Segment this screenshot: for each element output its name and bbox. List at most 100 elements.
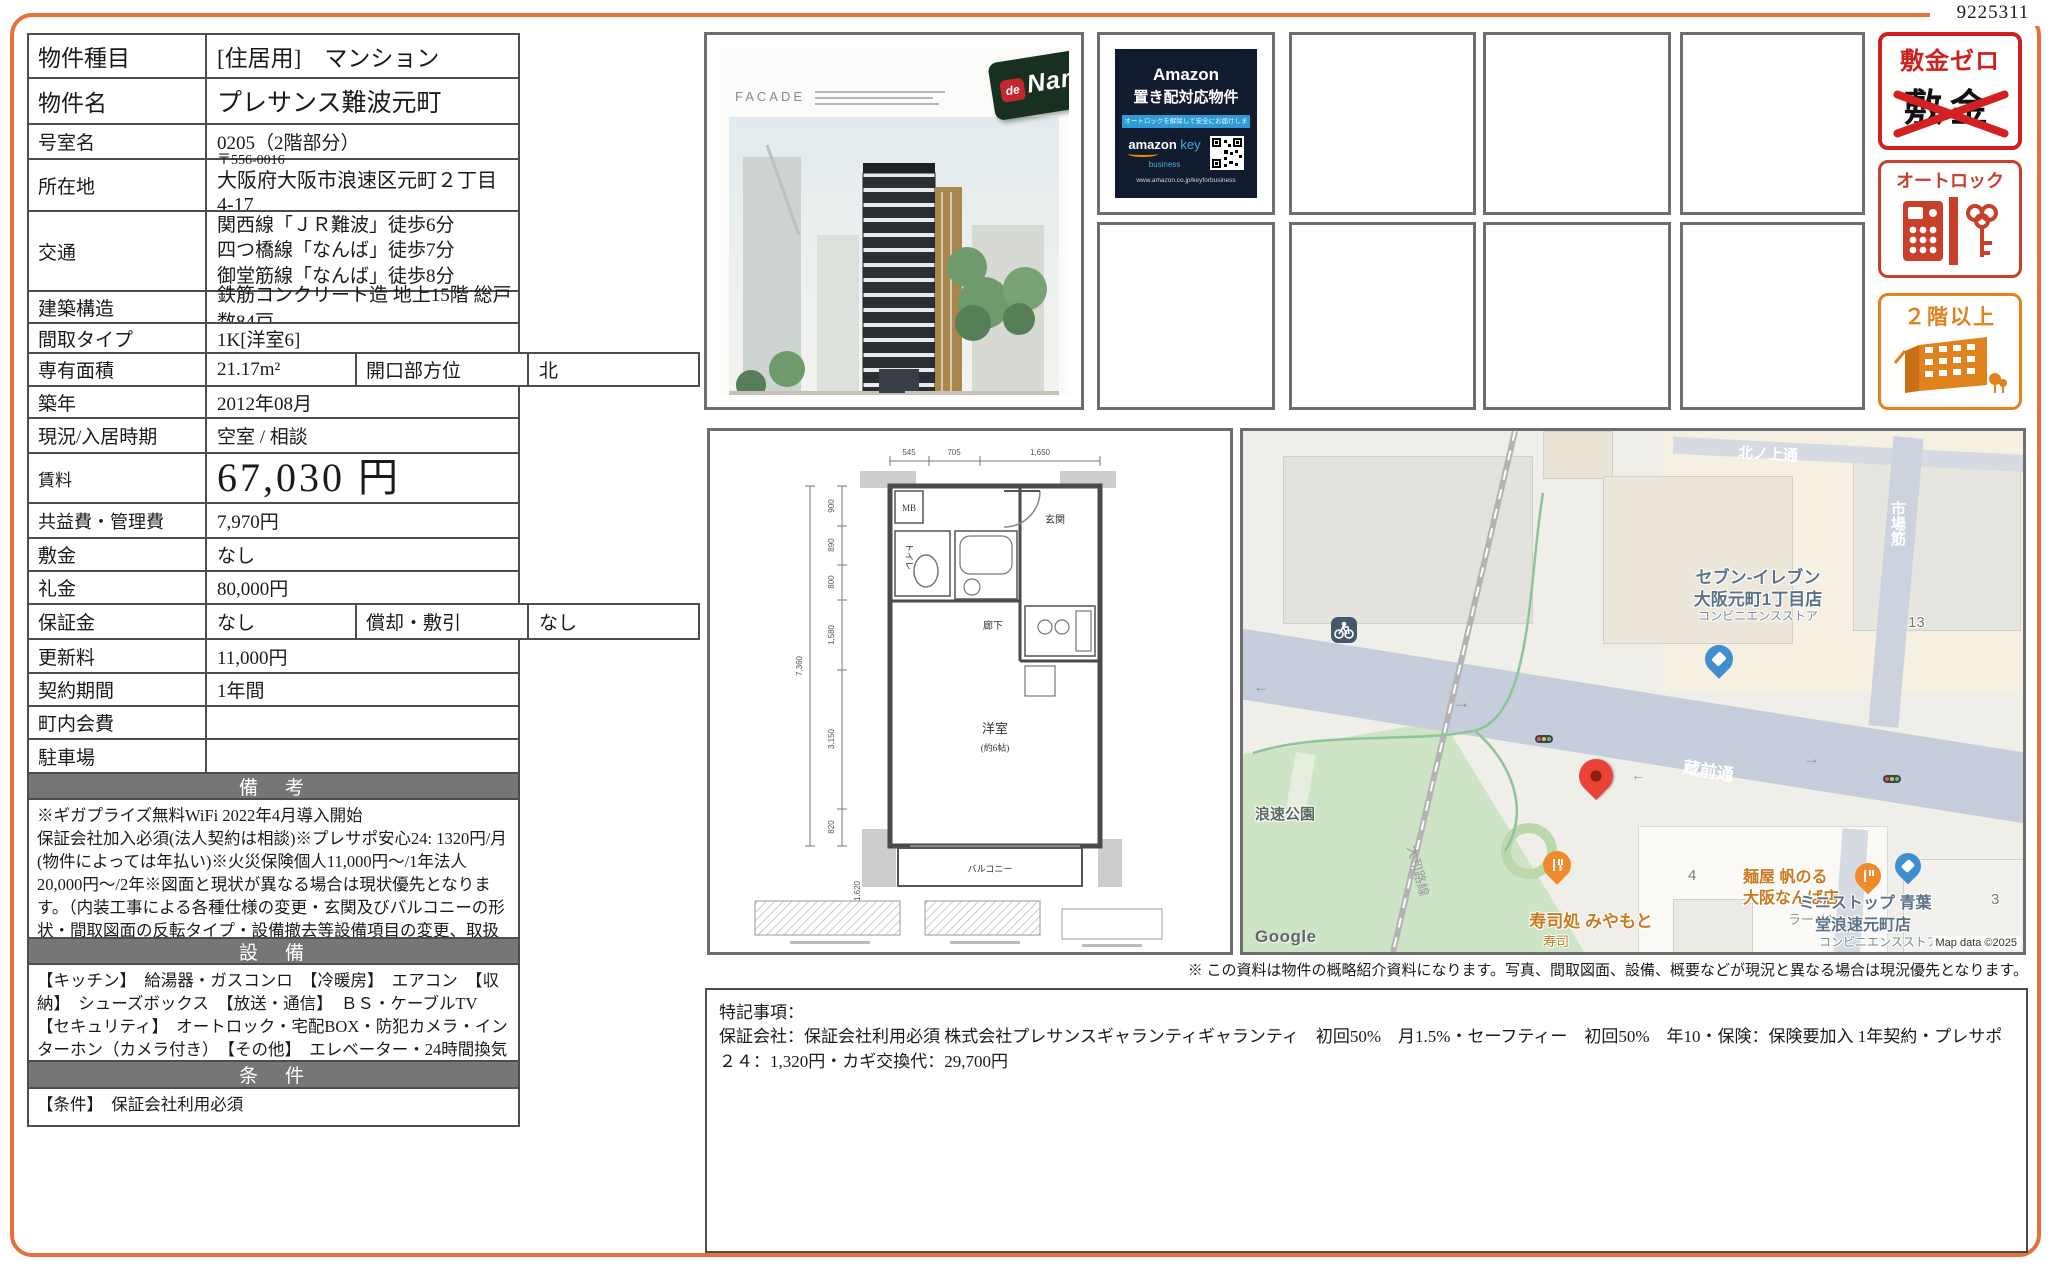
remarks-line1: ※ギガプライズ無料WiFi 2022年4月導入開始 (37, 804, 510, 827)
empty-photo-box (1289, 222, 1476, 410)
traffic-light-icon (1883, 775, 1901, 783)
row-property-name: 物件名 プレサンス難波元町 (27, 77, 520, 125)
svg-text:545: 545 (902, 448, 916, 457)
svg-text:800: 800 (827, 575, 836, 589)
floorplan-drawing: 545 705 1,650 7,360 900 890 800 1,580 3,… (710, 431, 1230, 952)
field-label: 号室名 (29, 125, 207, 158)
postal-code: 〒556-0016 (217, 153, 512, 168)
lane-arrow-icon: → (1453, 693, 1470, 713)
no-deposit-struck-text: 敷金 (1882, 77, 2018, 132)
svg-text:バルコニー: バルコニー (968, 864, 1013, 874)
access-line: 四つ橋線「なんば」徒歩7分 (217, 238, 512, 264)
amazon-title: Amazon (1153, 65, 1219, 85)
park-label: 浪速公園 (1255, 803, 1315, 824)
block-number: 3 (1991, 891, 1999, 908)
field-value: 1K[洋室6] (207, 324, 518, 352)
floorplan-box: 545 705 1,650 7,360 900 890 800 1,580 3,… (707, 428, 1233, 955)
row-town-fee: 町内会費 (27, 705, 520, 740)
row-parking: 駐車場 (27, 738, 520, 774)
field-label: 建築構造 (29, 292, 207, 322)
row-renewal: 更新料 11,000円 (27, 638, 520, 674)
field-label: 駐車場 (29, 740, 207, 772)
lane-arrow-icon: ← (1631, 767, 1645, 783)
photo-credit-line (905, 391, 1035, 393)
field-value: 1年間 (207, 674, 518, 705)
field-label: 専有面積 (29, 354, 207, 385)
badge-no-deposit: 敷金ゼロ 敷金 (1878, 32, 2022, 150)
lane-arrow-icon: → (1803, 749, 1820, 769)
building-illustration (729, 117, 1059, 395)
field-value: 2012年08月 (207, 387, 518, 417)
building-floors-icon (1891, 333, 2009, 395)
svg-text:(約6帖): (約6帖) (981, 742, 1010, 753)
facade-photo: FACADE (704, 32, 1084, 410)
photo-fineprint (815, 97, 933, 99)
amazon-url: www.amazon.co.jp/keyforbusiness (1136, 177, 1235, 184)
svg-text:廊下: 廊下 (983, 619, 1003, 632)
field-label: 所在地 (29, 160, 207, 210)
empty-photo-box (1680, 32, 1865, 215)
photo-fineprint (815, 91, 945, 93)
empty-photo-box (1483, 222, 1671, 410)
row-property-type: 物件種目 [住居用] マンション (27, 33, 520, 79)
field-label: 共益費・管理費 (29, 504, 207, 537)
field-label: 開口部方位 (357, 354, 529, 385)
amazon-key-logo: key (1180, 137, 1200, 152)
namba-sticker: de Namba! (987, 47, 1069, 121)
poi-label: コンビニエンスストア (1819, 933, 1939, 950)
svg-text:705: 705 (947, 448, 961, 457)
facade-caption: FACADE (735, 89, 805, 104)
svg-text:1,580: 1,580 (827, 624, 836, 645)
photo-fineprint (815, 103, 939, 105)
field-value: なし (529, 605, 698, 638)
amazon-business-label: business (1128, 160, 1200, 169)
disclaimer-note: ※ この資料は物件の概略紹介資料になります。写真、間取図面、設備、概要などが現況… (1128, 959, 2028, 980)
google-watermark: Google (1255, 927, 1317, 947)
svg-text:1,620: 1,620 (853, 880, 862, 901)
field-label: 交通 (29, 212, 207, 290)
amazon-logo: amazon (1128, 137, 1176, 152)
field-label: 礼金 (29, 572, 207, 603)
special-notes-box: 特記事項： 保証会社：保証会社利用必須 株式会社プレサンスギャランティギャランテ… (705, 988, 2028, 1253)
location-map: ← → → ← 北ノ上通 市場筋 蔵前通 大和路線 セブン-イレブン 大阪元町1… (1240, 428, 2026, 955)
badge-second-floor: ２階以上 (1878, 293, 2022, 410)
facade-page: FACADE (719, 47, 1069, 395)
rent-value: 67,030 円 (217, 458, 512, 498)
empty-photo-box (1289, 32, 1476, 215)
street-label: 北ノ上通 (1737, 441, 1798, 465)
field-label: 敷金 (29, 539, 207, 570)
svg-text:7,360: 7,360 (795, 655, 804, 676)
empty-photo-box (1680, 222, 1865, 410)
field-value: プレサンス難波元町 (207, 79, 518, 123)
second-floor-title: ２階以上 (1881, 301, 2019, 331)
qr-code-icon (1210, 136, 1244, 170)
conditions-header: 条 件 (27, 1060, 520, 1089)
equipment-body: 【キッチン】 給湯器・ガスコンロ 【冷暖房】 エアコン 【収納】 シューズボック… (27, 963, 520, 1062)
key-icon (1963, 199, 1999, 263)
field-label: 償却・敷引 (357, 605, 529, 638)
autolock-title: オートロック (1881, 167, 2019, 193)
row-fee: 共益費・管理費 7,970円 (27, 502, 520, 539)
amazon-stripe: オートロックを解除して安全にお届けします (1122, 115, 1250, 128)
divider-icon (1949, 197, 1958, 265)
lane-arrow-icon: ← (1253, 677, 1270, 697)
amazon-photo-box: Amazon 置き配対応物件 オートロックを解除して安全にお届けします amaz… (1097, 32, 1275, 215)
row-rent: 賃料 67,030 円 (27, 452, 520, 504)
document-number: 9225311 (1930, 0, 2056, 26)
restaurant-pin-icon (1537, 845, 1577, 885)
row-key-money: 礼金 80,000円 (27, 570, 520, 605)
svg-text:玄関: 玄関 (1045, 513, 1065, 526)
poi-label: ミニストップ 青葉 (1799, 889, 1931, 913)
sticker-badge: de (999, 77, 1026, 102)
field-label: 現況/入居時期 (29, 419, 207, 452)
map-attribution: Map data ©2025 (1932, 936, 2022, 950)
row-guarantee: 保証金 なし 償却・敷引 なし (27, 603, 700, 640)
field-value: 11,000円 (207, 640, 518, 672)
svg-text:1,650: 1,650 (1030, 448, 1051, 457)
amazon-badge: Amazon 置き配対応物件 オートロックを解除して安全にお届けします amaz… (1115, 49, 1257, 198)
field-label: 築年 (29, 387, 207, 417)
access-line: 関西線「ＪＲ難波」徒歩6分 (217, 213, 512, 239)
svg-text:MB: MB (902, 503, 916, 513)
field-label: 賃料 (29, 454, 207, 502)
empty-photo-box (1097, 222, 1275, 410)
